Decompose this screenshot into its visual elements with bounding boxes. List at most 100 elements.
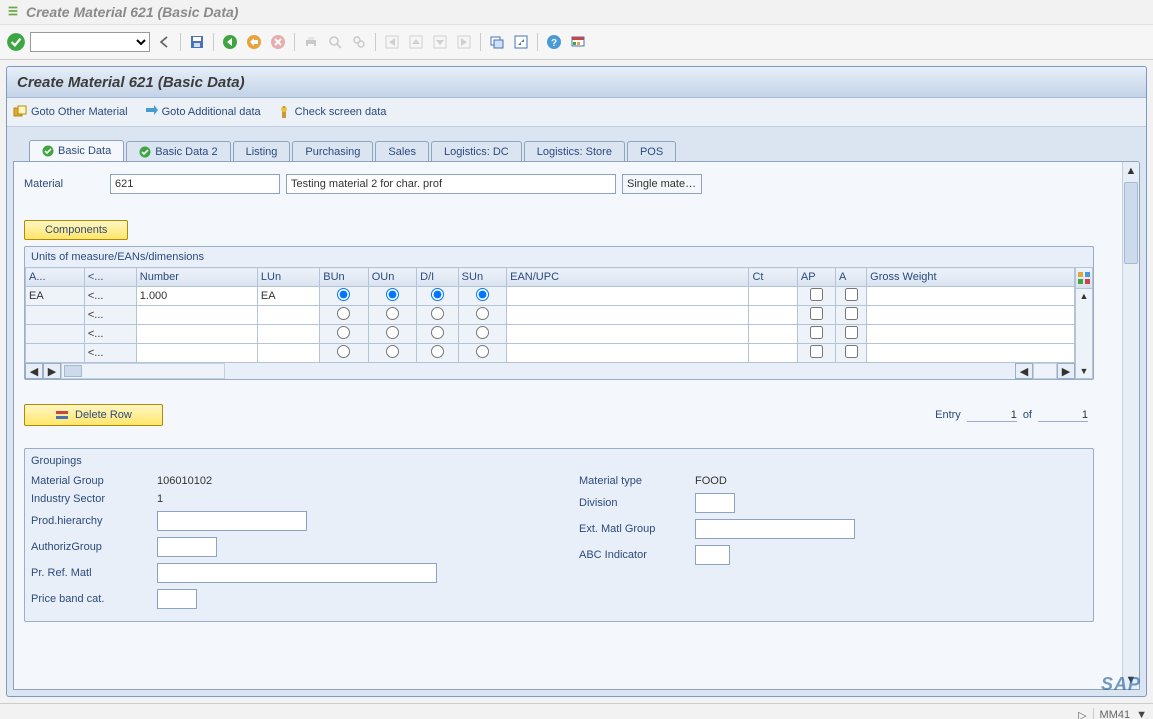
last-page-icon[interactable] bbox=[454, 32, 474, 52]
prod-hierarchy-input[interactable] bbox=[157, 511, 307, 531]
ext-matl-group-input[interactable] bbox=[695, 519, 855, 539]
content-vscroll-up-icon[interactable]: ▲ bbox=[1124, 164, 1138, 178]
uom-col-gross[interactable]: Gross Weight bbox=[867, 268, 1075, 287]
table-cell[interactable]: <... bbox=[84, 287, 136, 306]
save-icon[interactable] bbox=[187, 32, 207, 52]
table-cell[interactable] bbox=[26, 344, 85, 363]
checkbox-input[interactable] bbox=[845, 307, 858, 320]
table-vscroll[interactable]: ▲ ▼ bbox=[1075, 289, 1093, 379]
table-cell[interactable] bbox=[867, 287, 1075, 306]
tab-logistics-dc[interactable]: Logistics: DC bbox=[431, 141, 522, 162]
back-icon[interactable] bbox=[220, 32, 240, 52]
content-vscroll[interactable]: ▲ ▼ bbox=[1122, 162, 1139, 689]
table-cell[interactable]: <... bbox=[84, 306, 136, 325]
exit-icon[interactable] bbox=[244, 32, 264, 52]
shortcut-icon[interactable] bbox=[511, 32, 531, 52]
radio-input[interactable] bbox=[337, 288, 350, 301]
table-cell[interactable] bbox=[26, 306, 85, 325]
authoriz-group-input[interactable] bbox=[157, 537, 217, 557]
uom-col-a[interactable]: A bbox=[835, 268, 866, 287]
table-cell[interactable] bbox=[257, 306, 319, 325]
radio-input[interactable] bbox=[431, 345, 444, 358]
table-cell[interactable]: EA bbox=[26, 287, 85, 306]
radio-input[interactable] bbox=[337, 345, 350, 358]
check-screen-data-button[interactable]: Check screen data bbox=[277, 105, 387, 119]
hscroll-track-1[interactable] bbox=[61, 363, 225, 379]
table-cell[interactable] bbox=[320, 344, 368, 363]
checkbox-input[interactable] bbox=[810, 288, 823, 301]
radio-input[interactable] bbox=[476, 345, 489, 358]
table-cell[interactable]: EA bbox=[257, 287, 319, 306]
table-cell[interactable] bbox=[458, 344, 506, 363]
table-cell[interactable] bbox=[417, 344, 459, 363]
checkbox-input[interactable] bbox=[845, 288, 858, 301]
content-vscroll-thumb[interactable] bbox=[1124, 182, 1138, 264]
abc-indicator-input[interactable] bbox=[695, 545, 730, 565]
table-cell[interactable] bbox=[507, 344, 749, 363]
find-icon[interactable] bbox=[325, 32, 345, 52]
table-cell[interactable] bbox=[368, 325, 416, 344]
radio-input[interactable] bbox=[337, 307, 350, 320]
table-cell[interactable] bbox=[835, 287, 866, 306]
checkbox-input[interactable] bbox=[845, 326, 858, 339]
table-cell[interactable] bbox=[136, 306, 257, 325]
table-cell[interactable] bbox=[867, 325, 1075, 344]
radio-input[interactable] bbox=[386, 326, 399, 339]
find-next-icon[interactable] bbox=[349, 32, 369, 52]
material-number-input[interactable] bbox=[110, 174, 280, 194]
delete-row-button[interactable]: Delete Row bbox=[24, 404, 163, 426]
uom-col-ean[interactable]: EAN/UPC bbox=[507, 268, 749, 287]
customize-layout-icon[interactable] bbox=[568, 32, 588, 52]
radio-input[interactable] bbox=[431, 307, 444, 320]
radio-input[interactable] bbox=[476, 288, 489, 301]
table-cell[interactable] bbox=[417, 287, 459, 306]
table-vscroll-down-icon[interactable]: ▼ bbox=[1080, 366, 1089, 376]
components-button[interactable]: Components bbox=[24, 220, 128, 240]
table-cell[interactable] bbox=[749, 344, 797, 363]
table-cell[interactable] bbox=[835, 306, 866, 325]
table-cell[interactable] bbox=[507, 325, 749, 344]
table-cell[interactable] bbox=[320, 325, 368, 344]
table-cell[interactable] bbox=[835, 344, 866, 363]
hscroll-right-arrow-1[interactable]: ▶ bbox=[43, 363, 61, 379]
tab-logistics-store[interactable]: Logistics: Store bbox=[524, 141, 625, 162]
table-cell[interactable] bbox=[368, 287, 416, 306]
table-cell[interactable] bbox=[507, 306, 749, 325]
radio-input[interactable] bbox=[386, 288, 399, 301]
checkbox-input[interactable] bbox=[845, 345, 858, 358]
table-cell[interactable] bbox=[368, 344, 416, 363]
tab-listing[interactable]: Listing bbox=[233, 141, 291, 162]
material-desc-input[interactable] bbox=[286, 174, 616, 194]
checkbox-input[interactable] bbox=[810, 326, 823, 339]
radio-input[interactable] bbox=[431, 326, 444, 339]
table-cell[interactable]: 1.000 bbox=[136, 287, 257, 306]
cancel-icon[interactable] bbox=[268, 32, 288, 52]
tab-basic-data-2[interactable]: Basic Data 2 bbox=[126, 141, 230, 162]
radio-input[interactable] bbox=[431, 288, 444, 301]
price-band-cat-input[interactable] bbox=[157, 589, 197, 609]
radio-input[interactable] bbox=[476, 326, 489, 339]
table-cell[interactable] bbox=[797, 306, 835, 325]
menu-icon[interactable] bbox=[6, 4, 20, 21]
table-cell[interactable] bbox=[136, 344, 257, 363]
table-cell[interactable] bbox=[417, 306, 459, 325]
table-cell[interactable] bbox=[749, 287, 797, 306]
uom-col-ct[interactable]: Ct bbox=[749, 268, 797, 287]
table-cell[interactable] bbox=[458, 325, 506, 344]
checkbox-input[interactable] bbox=[810, 307, 823, 320]
hscroll-track-2[interactable] bbox=[1033, 363, 1057, 379]
radio-input[interactable] bbox=[386, 307, 399, 320]
prev-page-icon[interactable] bbox=[406, 32, 426, 52]
first-page-icon[interactable] bbox=[382, 32, 402, 52]
table-cell[interactable]: <... bbox=[84, 325, 136, 344]
table-cell[interactable] bbox=[417, 325, 459, 344]
enter-button[interactable] bbox=[6, 32, 26, 52]
uom-col-di[interactable]: D/I bbox=[417, 268, 459, 287]
pr-ref-matl-input[interactable] bbox=[157, 563, 437, 583]
table-cell[interactable] bbox=[320, 306, 368, 325]
help-icon[interactable]: ? bbox=[544, 32, 564, 52]
uom-col-qty[interactable]: <... bbox=[84, 268, 136, 287]
table-cell[interactable] bbox=[26, 325, 85, 344]
table-cell[interactable] bbox=[797, 344, 835, 363]
tab-basic-data[interactable]: Basic Data bbox=[29, 140, 124, 162]
